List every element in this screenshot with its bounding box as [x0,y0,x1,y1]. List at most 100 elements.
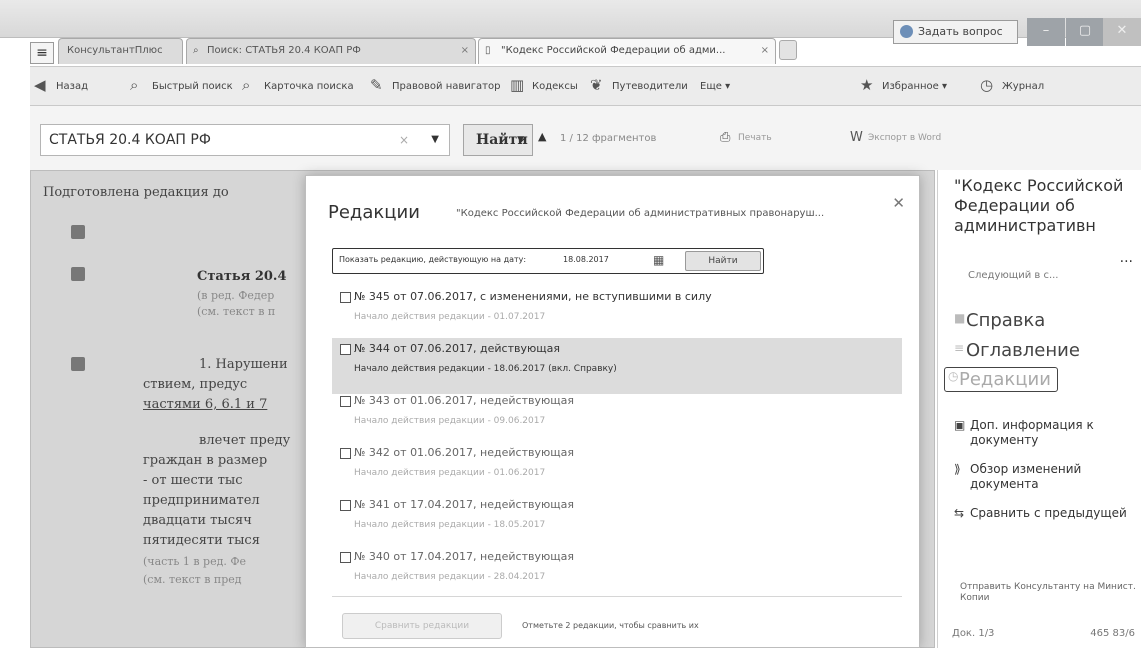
edition-start-date: Начало действия редакции - 18.06.2017 (в… [354,364,617,374]
divider [332,596,902,597]
new-tab-button[interactable] [779,40,797,60]
bookmark-icon[interactable] [71,267,85,281]
compare-label: Сравнить с предыдущей [970,506,1127,520]
doc-link[interactable]: частями 6, 6.1 и 7 [143,397,267,412]
toc-link[interactable]: ≡ Оглавление [954,340,1080,361]
export-word-button[interactable]: W Экспорт в Word [850,130,941,145]
guides-button[interactable]: ❦ Путеводители [590,77,688,95]
next-document-link[interactable]: Следующий в с... [968,270,1058,281]
dialog-subtitle: "Кодекс Российской Федерации об админист… [456,208,825,219]
list-item[interactable]: № 340 от 17.04.2017, недействующая Начал… [332,546,902,602]
list-item[interactable]: № 343 от 01.06.2017, недействующая Начал… [332,390,902,446]
position-indicator: 465 83/6 [1090,628,1135,639]
codes-button[interactable]: ▥ Кодексы [510,76,578,95]
edition-checkbox[interactable] [340,344,351,355]
filter-label: Показать редакцию, действующую на дату: [339,255,527,264]
doc-line: (см. текст в пред [143,573,242,586]
word-icon: W [850,130,863,145]
card-search-icon: ⌕ [242,76,251,94]
card-search-button[interactable]: ⌕ Карточка поиска [242,76,354,95]
back-button[interactable]: ◀ Назад [34,76,88,95]
find-next-button[interactable]: ▲ [538,130,546,143]
edition-checkbox[interactable] [340,396,351,407]
list-item[interactable]: № 342 от 01.06.2017, недействующая Начал… [332,442,902,498]
calendar-icon[interactable]: ▦ [653,253,664,267]
more-label: Еще ▾ [700,81,731,92]
favorites-label: Избранное ▾ [882,81,947,92]
doc-line: (в ред. Федер [197,289,275,302]
editions-link[interactable]: ◷ Редакции [944,367,1058,392]
close-icon[interactable]: ✕ [892,194,905,212]
more-icon[interactable]: ... [1120,250,1133,266]
star-icon: ★ [860,76,874,94]
edition-checkbox[interactable] [340,292,351,303]
changes-review-link[interactable]: ⟫ Обзор изменений документа [954,462,1134,492]
info-icon: ▣ [954,418,966,432]
find-button[interactable]: Найти ▼ [463,124,533,156]
edition-start-date: Начало действия редакции - 01.06.2017 [354,468,546,478]
bullet-icon: ■ [954,311,966,325]
search-query-text: СТАТЬЯ 20.4 КОАП РФ [49,132,211,148]
ask-question-button[interactable]: Задать вопрос [893,20,1018,44]
date-input[interactable]: 18.08.2017 [563,255,609,264]
extra-info-link[interactable]: ▣ Доп. информация к документу [954,418,1134,448]
codes-icon: ▥ [510,76,525,94]
legal-navigator-button[interactable]: ✎ Правовой навигатор [370,77,500,95]
editions-dialog: Редакции "Кодекс Российской Федерации об… [305,175,920,648]
card-search-label: Карточка поиска [264,81,354,92]
edition-checkbox[interactable] [340,500,351,511]
filter-find-button[interactable]: Найти [685,251,761,271]
bookmark-icon[interactable] [71,225,85,239]
document-search-input[interactable]: СТАТЬЯ 20.4 КОАП РФ × ▼ [40,124,450,156]
send-link[interactable]: Отправить Консультанту на Минист. Копии [950,582,1140,604]
print-button[interactable]: ⎙ Печать [720,130,772,145]
edition-start-date: Начало действия редакции - 18.05.2017 [354,520,546,530]
search-icon: ⌕ [193,45,199,56]
back-arrow-icon: ◀ [34,76,46,94]
tab-label: "Кодекс Российской Федерации об адми... [501,45,726,56]
changes-review-label: Обзор изменений документа [970,462,1082,491]
doc-line: граждан в размер [143,453,268,468]
maximize-button[interactable]: ▢ [1066,18,1104,46]
quick-search-button[interactable]: ⌕ Быстрый поиск [130,76,233,95]
tab-label: КонсультантПлюс [67,45,163,56]
bullet-icon: ≡ [954,341,965,355]
help-link[interactable]: ■ Справка [954,310,1045,331]
edition-checkbox[interactable] [340,448,351,459]
review-icon: ⟫ [954,462,961,476]
history-label: Журнал [1002,81,1045,92]
edition-label: № 345 от 07.06.2017, с изменениями, не в… [354,290,712,303]
main-toolbar: ◀ Назад ⌕ Быстрый поиск ⌕ Карточка поиск… [30,66,1141,106]
search-icon: ⌕ [130,76,139,94]
close-icon[interactable]: × [461,39,469,63]
history-button[interactable]: ◷ Журнал [980,76,1045,95]
list-item[interactable]: № 344 от 07.06.2017, действующая Начало … [332,338,902,394]
doc-notice[interactable]: Подготовлена редакция до [43,185,229,200]
bookmark-icon[interactable] [71,357,85,371]
list-item[interactable]: № 345 от 07.06.2017, с изменениями, не в… [332,286,902,342]
close-icon[interactable]: × [761,39,769,63]
doc-line: 1. Нарушени [199,357,288,372]
tab-home[interactable]: КонсультантПлюс [58,38,183,64]
chevron-down-icon: ▼ [517,135,524,145]
list-item[interactable]: № 341 от 17.04.2017, недействующая Начал… [332,494,902,550]
minimize-button[interactable]: – [1027,18,1065,46]
document-page-indicator: Док. 1/3 [952,628,995,639]
favorites-button[interactable]: ★ Избранное ▾ [860,76,947,95]
clear-icon[interactable]: × [399,125,409,155]
main-menu-button[interactable]: ≡ [30,42,54,64]
tab-search[interactable]: ⌕ Поиск: СТАТЬЯ 20.4 КОАП РФ × [186,38,476,64]
tab-document[interactable]: ▯ "Кодекс Российской Федерации об адми..… [478,38,776,64]
edition-checkbox[interactable] [340,552,351,563]
history-icon: ◷ [980,76,994,94]
compare-editions-button[interactable]: Сравнить редакции [342,613,502,639]
close-window-button[interactable]: ✕ [1103,18,1141,46]
more-menu-button[interactable]: Еще ▾ [700,79,730,95]
compare-previous-link[interactable]: ⇆ Сравнить с предыдущей [954,506,1134,521]
chevron-down-icon[interactable]: ▼ [431,125,439,155]
tab-label: Поиск: СТАТЬЯ 20.4 КОАП РФ [207,45,361,56]
doc-line: - от шести тыс [143,473,243,488]
doc-line: предпринимател [143,493,260,508]
ask-question-label: Задать вопрос [918,25,1003,38]
edition-start-date: Начало действия редакции - 28.04.2017 [354,572,546,582]
